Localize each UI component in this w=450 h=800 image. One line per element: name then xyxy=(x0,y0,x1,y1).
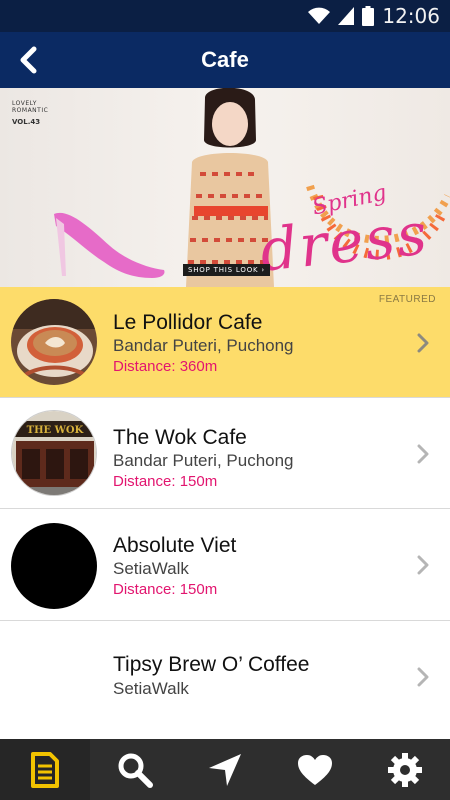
cafe-thumbnail: THE WOK xyxy=(11,410,97,496)
featured-badge: FEATURED xyxy=(378,294,436,305)
cafe-list-item[interactable]: FEATURED Le Pollidor Cafe Bandar Puteri,… xyxy=(0,287,450,398)
gear-icon xyxy=(388,752,422,787)
tab-favorites[interactable] xyxy=(270,739,360,800)
chevron-right-icon xyxy=(417,444,429,464)
cafe-thumbnail xyxy=(11,523,97,609)
search-icon xyxy=(118,753,153,788)
cafe-list-item[interactable]: Absolute Viet SetiaWalk Distance: 150m xyxy=(0,509,450,621)
cafe-distance: Distance: 360m xyxy=(113,358,218,375)
cafe-area: SetiaWalk xyxy=(113,679,189,698)
tab-search[interactable] xyxy=(90,739,180,800)
cafe-name: Le Pollidor Cafe xyxy=(113,311,263,334)
banner-volume: VOL.43 xyxy=(12,118,41,126)
banner-label-line1: LOVELY xyxy=(12,100,37,107)
cafe-area: Bandar Puteri, Puchong xyxy=(113,451,294,470)
cafe-area: SetiaWalk xyxy=(113,559,189,578)
banner-magazine-label: LOVELY ROMANTIC xyxy=(12,100,48,114)
page-title: Cafe xyxy=(201,47,249,72)
bottom-navigation xyxy=(0,739,450,800)
cafe-area: Bandar Puteri, Puchong xyxy=(113,336,294,355)
app-bar: Cafe xyxy=(0,32,450,88)
list-icon xyxy=(31,751,59,788)
cafe-name: Absolute Viet xyxy=(113,534,237,557)
status-icons: 12:06 xyxy=(308,4,440,28)
chevron-left-icon xyxy=(20,46,37,74)
tab-settings[interactable] xyxy=(360,739,450,800)
cafe-distance: Distance: 150m xyxy=(113,581,218,598)
cafe-name: The Wok Cafe xyxy=(113,426,247,449)
tab-list[interactable] xyxy=(0,739,90,800)
status-time: 12:06 xyxy=(382,4,440,28)
chevron-right-icon xyxy=(417,555,429,575)
tab-nearby[interactable] xyxy=(180,739,270,800)
signal-icon xyxy=(338,7,355,25)
banner-shoe-image xyxy=(54,212,165,278)
status-bar: 12:06 xyxy=(0,0,450,32)
cafe-name: Tipsy Brew O’ Coffee xyxy=(113,653,310,676)
promo-banner[interactable]: LOVELY ROMANTIC VOL.43 Spring dress SHOP… xyxy=(0,88,450,287)
cafe-list-item[interactable]: THE WOK The Wok Cafe Bandar Puteri, Puch… xyxy=(0,398,450,509)
cafe-list-item[interactable]: Tipsy Brew O’ Coffee SetiaWalk xyxy=(0,621,450,739)
wifi-icon xyxy=(308,7,331,24)
banner-label-line2: ROMANTIC xyxy=(12,107,49,114)
cafe-distance: Distance: 150m xyxy=(113,473,218,490)
battery-icon xyxy=(362,6,375,26)
shop-this-look-button[interactable]: SHOP THIS LOOK › xyxy=(183,264,271,276)
navigation-icon xyxy=(209,753,241,786)
back-button[interactable] xyxy=(8,40,48,80)
cafe-thumbnail xyxy=(11,299,97,385)
wok-sign-text: THE WOK xyxy=(27,425,84,436)
chevron-right-icon xyxy=(417,667,429,687)
chevron-right-icon xyxy=(417,333,429,353)
heart-icon xyxy=(298,754,332,785)
